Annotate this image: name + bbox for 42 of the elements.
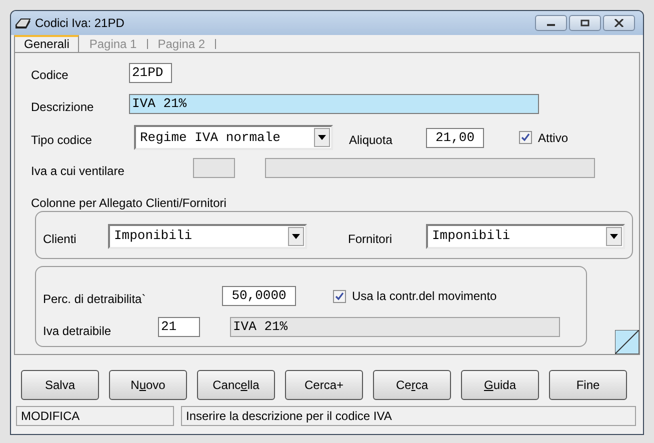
checkbox[interactable]	[333, 290, 346, 302]
status-mode: MODIFICA	[16, 406, 174, 426]
action-button[interactable]: Guida	[461, 370, 539, 400]
dropdown[interactable]: Regime IVA normale	[134, 125, 333, 150]
checkbox[interactable]	[519, 131, 532, 144]
field-label: Tipo codice	[31, 132, 93, 149]
tab[interactable]: Generali	[14, 35, 80, 52]
status-message: Inserire la descrizione per il codice IVA	[181, 406, 636, 426]
code-field[interactable]: 21	[158, 317, 200, 337]
percentage-field[interactable]: 50,0000	[222, 286, 296, 306]
close-button[interactable]	[603, 15, 635, 31]
action-button[interactable]: Nuovo	[109, 370, 187, 400]
action-button[interactable]: Salva	[21, 370, 99, 400]
field-label: Descrizione	[31, 99, 95, 116]
field-label: Fornitori	[348, 230, 394, 248]
field-label: Perc. di detraibilita`	[43, 290, 147, 308]
action-button[interactable]: Cancella	[197, 370, 275, 400]
field-label: Iva detraibile	[43, 322, 112, 340]
minimize-button[interactable]	[535, 15, 567, 31]
section-title: Colonne per Allegato Clienti/Fornitori	[31, 196, 228, 210]
code-field[interactable]: 21PD	[129, 63, 172, 83]
page-corner-icon[interactable]	[615, 330, 639, 354]
maximize-button[interactable]	[569, 15, 601, 31]
field-label: Iva a cui ventilare	[31, 163, 126, 180]
checkbox-label: Attivo	[538, 130, 568, 146]
dropdown[interactable]: Imponibili	[426, 224, 625, 248]
description-field: IVA 21%	[230, 317, 560, 337]
action-button[interactable]: Cerca+	[285, 370, 363, 400]
card-file-icon	[15, 17, 31, 29]
code-field	[193, 158, 235, 178]
dropdown[interactable]: Imponibili	[108, 224, 307, 248]
window-title: Codici Iva: 21PD	[35, 15, 124, 32]
close-icon	[614, 19, 624, 27]
field-label: Codice	[31, 66, 70, 84]
checkbox-label: Usa la contr.del movimento	[352, 288, 497, 305]
action-button[interactable]: Fine	[549, 370, 627, 400]
field-label: Clienti	[43, 230, 78, 248]
field-label: Aliquota	[349, 132, 394, 149]
action-button[interactable]: Cerca	[373, 370, 451, 400]
rate-field[interactable]: 21,00	[426, 128, 484, 148]
description-field[interactable]: IVA 21%	[129, 94, 539, 114]
maximize-icon	[580, 19, 590, 27]
